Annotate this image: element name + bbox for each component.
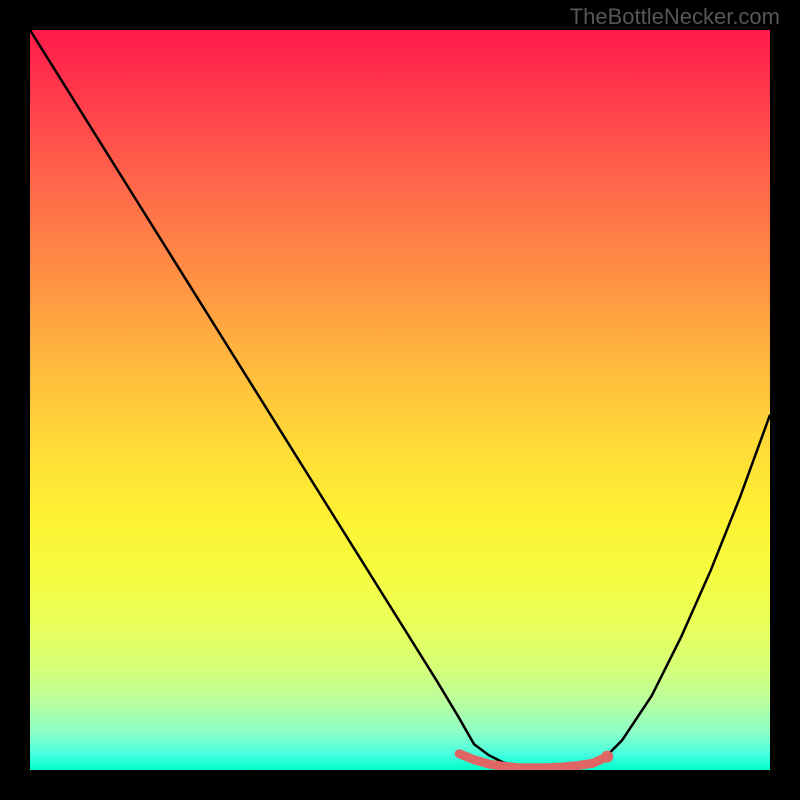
highlight-end-dot bbox=[601, 751, 613, 763]
bottleneck-curve bbox=[30, 30, 770, 768]
plot-area bbox=[30, 30, 770, 770]
watermark-text: TheBottleNecker.com bbox=[570, 4, 780, 30]
chart-container: TheBottleNecker.com bbox=[0, 0, 800, 800]
highlight-band bbox=[459, 754, 607, 768]
chart-svg bbox=[30, 30, 770, 770]
